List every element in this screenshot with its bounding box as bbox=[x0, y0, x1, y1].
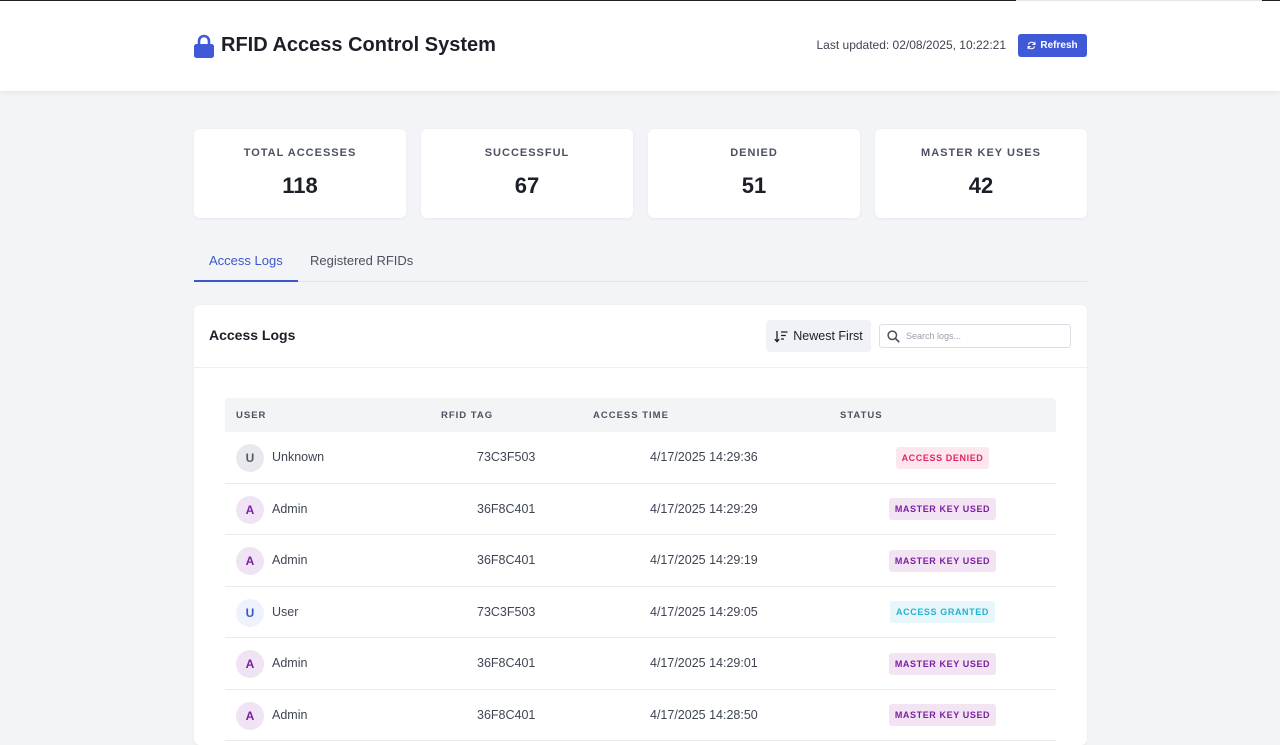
access-time: 4/17/2025 14:29:05 bbox=[650, 604, 758, 619]
user-name: Admin bbox=[272, 553, 308, 567]
app-header: RFID Access Control System Last updated:… bbox=[0, 1, 1280, 91]
table-row[interactable]: U User 73C3F503 4/17/2025 14:29:05 ACCES… bbox=[225, 587, 1056, 638]
status-cell: MASTER KEY USED bbox=[836, 535, 1049, 586]
status-badge: MASTER KEY USED bbox=[888, 498, 997, 520]
panel-title: Access Logs bbox=[209, 327, 296, 343]
app-title: RFID Access Control System bbox=[221, 34, 496, 56]
refresh-icon bbox=[1027, 41, 1036, 50]
column-header-access-time[interactable]: ACCESS TIME bbox=[593, 410, 669, 421]
access-time: 4/17/2025 14:29:01 bbox=[650, 656, 758, 670]
stat-value: 67 bbox=[514, 173, 540, 198]
access-time: 4/17/2025 14:29:36 bbox=[650, 450, 758, 464]
user-name: Admin bbox=[272, 656, 308, 670]
rfid-tag: 73C3F503 bbox=[477, 604, 536, 619]
stat-value: 118 bbox=[282, 173, 318, 198]
stat-label: SUCCESSFUL bbox=[484, 147, 570, 159]
last-updated-text: Last updated: 02/08/2025, 10:22:21 bbox=[816, 38, 1007, 52]
table-row[interactable]: U Unknown 73C3F503 4/17/2025 14:29:36 AC… bbox=[225, 432, 1056, 484]
status-badge: ACCESS GRANTED bbox=[890, 601, 995, 623]
status-cell: MASTER KEY USED bbox=[836, 484, 1049, 535]
refresh-label: Refresh bbox=[1040, 40, 1078, 51]
tab-access-logs[interactable]: Access Logs bbox=[194, 240, 298, 282]
search-box bbox=[879, 324, 1071, 348]
status-badge: MASTER KEY USED bbox=[888, 704, 997, 726]
stat-card-denied: DENIED 51 bbox=[648, 129, 860, 218]
access-time: 4/17/2025 14:29:19 bbox=[650, 553, 758, 567]
stats-row: TOTAL ACCESSES 118 SUCCESSFUL 67 DENIED … bbox=[194, 129, 1087, 218]
access-time: 4/17/2025 14:28:50 bbox=[650, 707, 758, 722]
stat-label: DENIED bbox=[730, 147, 778, 159]
avatar: A bbox=[236, 547, 264, 575]
column-header-user[interactable]: USER bbox=[236, 410, 266, 421]
search-input[interactable] bbox=[906, 327, 1066, 345]
table-row[interactable]: A Admin 36F8C401 4/17/2025 14:29:01 MAST… bbox=[225, 638, 1056, 690]
sort-button[interactable]: Newest First bbox=[766, 320, 871, 352]
stat-value: 51 bbox=[741, 173, 767, 198]
stat-card-total-accesses: TOTAL ACCESSES 118 bbox=[194, 129, 406, 218]
rfid-tag: 36F8C401 bbox=[477, 656, 536, 670]
table-row[interactable]: A Admin 36F8C401 4/17/2025 14:29:29 MAST… bbox=[225, 484, 1056, 535]
table-row[interactable]: A Admin 36F8C401 4/17/2025 14:28:50 MAST… bbox=[225, 690, 1056, 741]
table-header: USER RFID TAG ACCESS TIME STATUS bbox=[225, 398, 1056, 432]
user-name: Admin bbox=[272, 501, 308, 516]
refresh-button[interactable]: Refresh bbox=[1018, 34, 1087, 57]
user-name: User bbox=[272, 604, 299, 619]
panel-header: Access Logs Newest First bbox=[194, 305, 1087, 368]
search-icon bbox=[887, 330, 900, 343]
rfid-tag: 36F8C401 bbox=[477, 501, 536, 516]
sort-label: Newest First bbox=[793, 329, 863, 343]
stat-card-successful: SUCCESSFUL 67 bbox=[421, 129, 633, 218]
table-row[interactable]: A Admin 36F8C401 4/17/2025 14:29:19 MAST… bbox=[225, 535, 1056, 587]
status-cell: ACCESS DENIED bbox=[836, 432, 1049, 483]
rfid-tag: 36F8C401 bbox=[477, 707, 536, 722]
status-cell: ACCESS GRANTED bbox=[836, 587, 1049, 638]
avatar: U bbox=[236, 598, 264, 627]
column-header-status[interactable]: STATUS bbox=[840, 410, 883, 421]
lock-icon bbox=[194, 34, 214, 58]
tab-bar: Access Logs Registered RFIDs bbox=[194, 240, 1087, 282]
stat-label: MASTER KEY USES bbox=[921, 147, 1041, 159]
status-cell: MASTER KEY USED bbox=[836, 638, 1049, 689]
avatar: A bbox=[236, 650, 264, 678]
status-badge: ACCESS DENIED bbox=[895, 446, 990, 469]
user-name: Admin bbox=[272, 707, 308, 722]
stat-value: 42 bbox=[968, 173, 994, 198]
sort-descending-icon bbox=[774, 330, 788, 343]
status-badge: MASTER KEY USED bbox=[888, 652, 997, 675]
access-logs-table: USER RFID TAG ACCESS TIME STATUS U Unkno… bbox=[225, 398, 1056, 741]
header-inner: RFID Access Control System Last updated:… bbox=[194, 1, 1087, 91]
stat-card-master-key-uses: MASTER KEY USES 42 bbox=[875, 129, 1087, 218]
avatar: A bbox=[236, 701, 264, 730]
avatar: U bbox=[236, 444, 264, 472]
column-header-rfid-tag[interactable]: RFID TAG bbox=[441, 410, 493, 421]
rfid-tag: 36F8C401 bbox=[477, 553, 536, 567]
tab-registered-rfids[interactable]: Registered RFIDs bbox=[295, 240, 428, 281]
status-badge: MASTER KEY USED bbox=[888, 549, 997, 572]
rfid-tag: 73C3F503 bbox=[477, 450, 536, 464]
access-time: 4/17/2025 14:29:29 bbox=[650, 501, 758, 516]
access-logs-panel: Access Logs Newest First USER RFID TAG A… bbox=[194, 305, 1087, 745]
avatar: A bbox=[236, 495, 264, 524]
user-name: Unknown bbox=[272, 450, 325, 464]
stat-label: TOTAL ACCESSES bbox=[243, 147, 357, 159]
